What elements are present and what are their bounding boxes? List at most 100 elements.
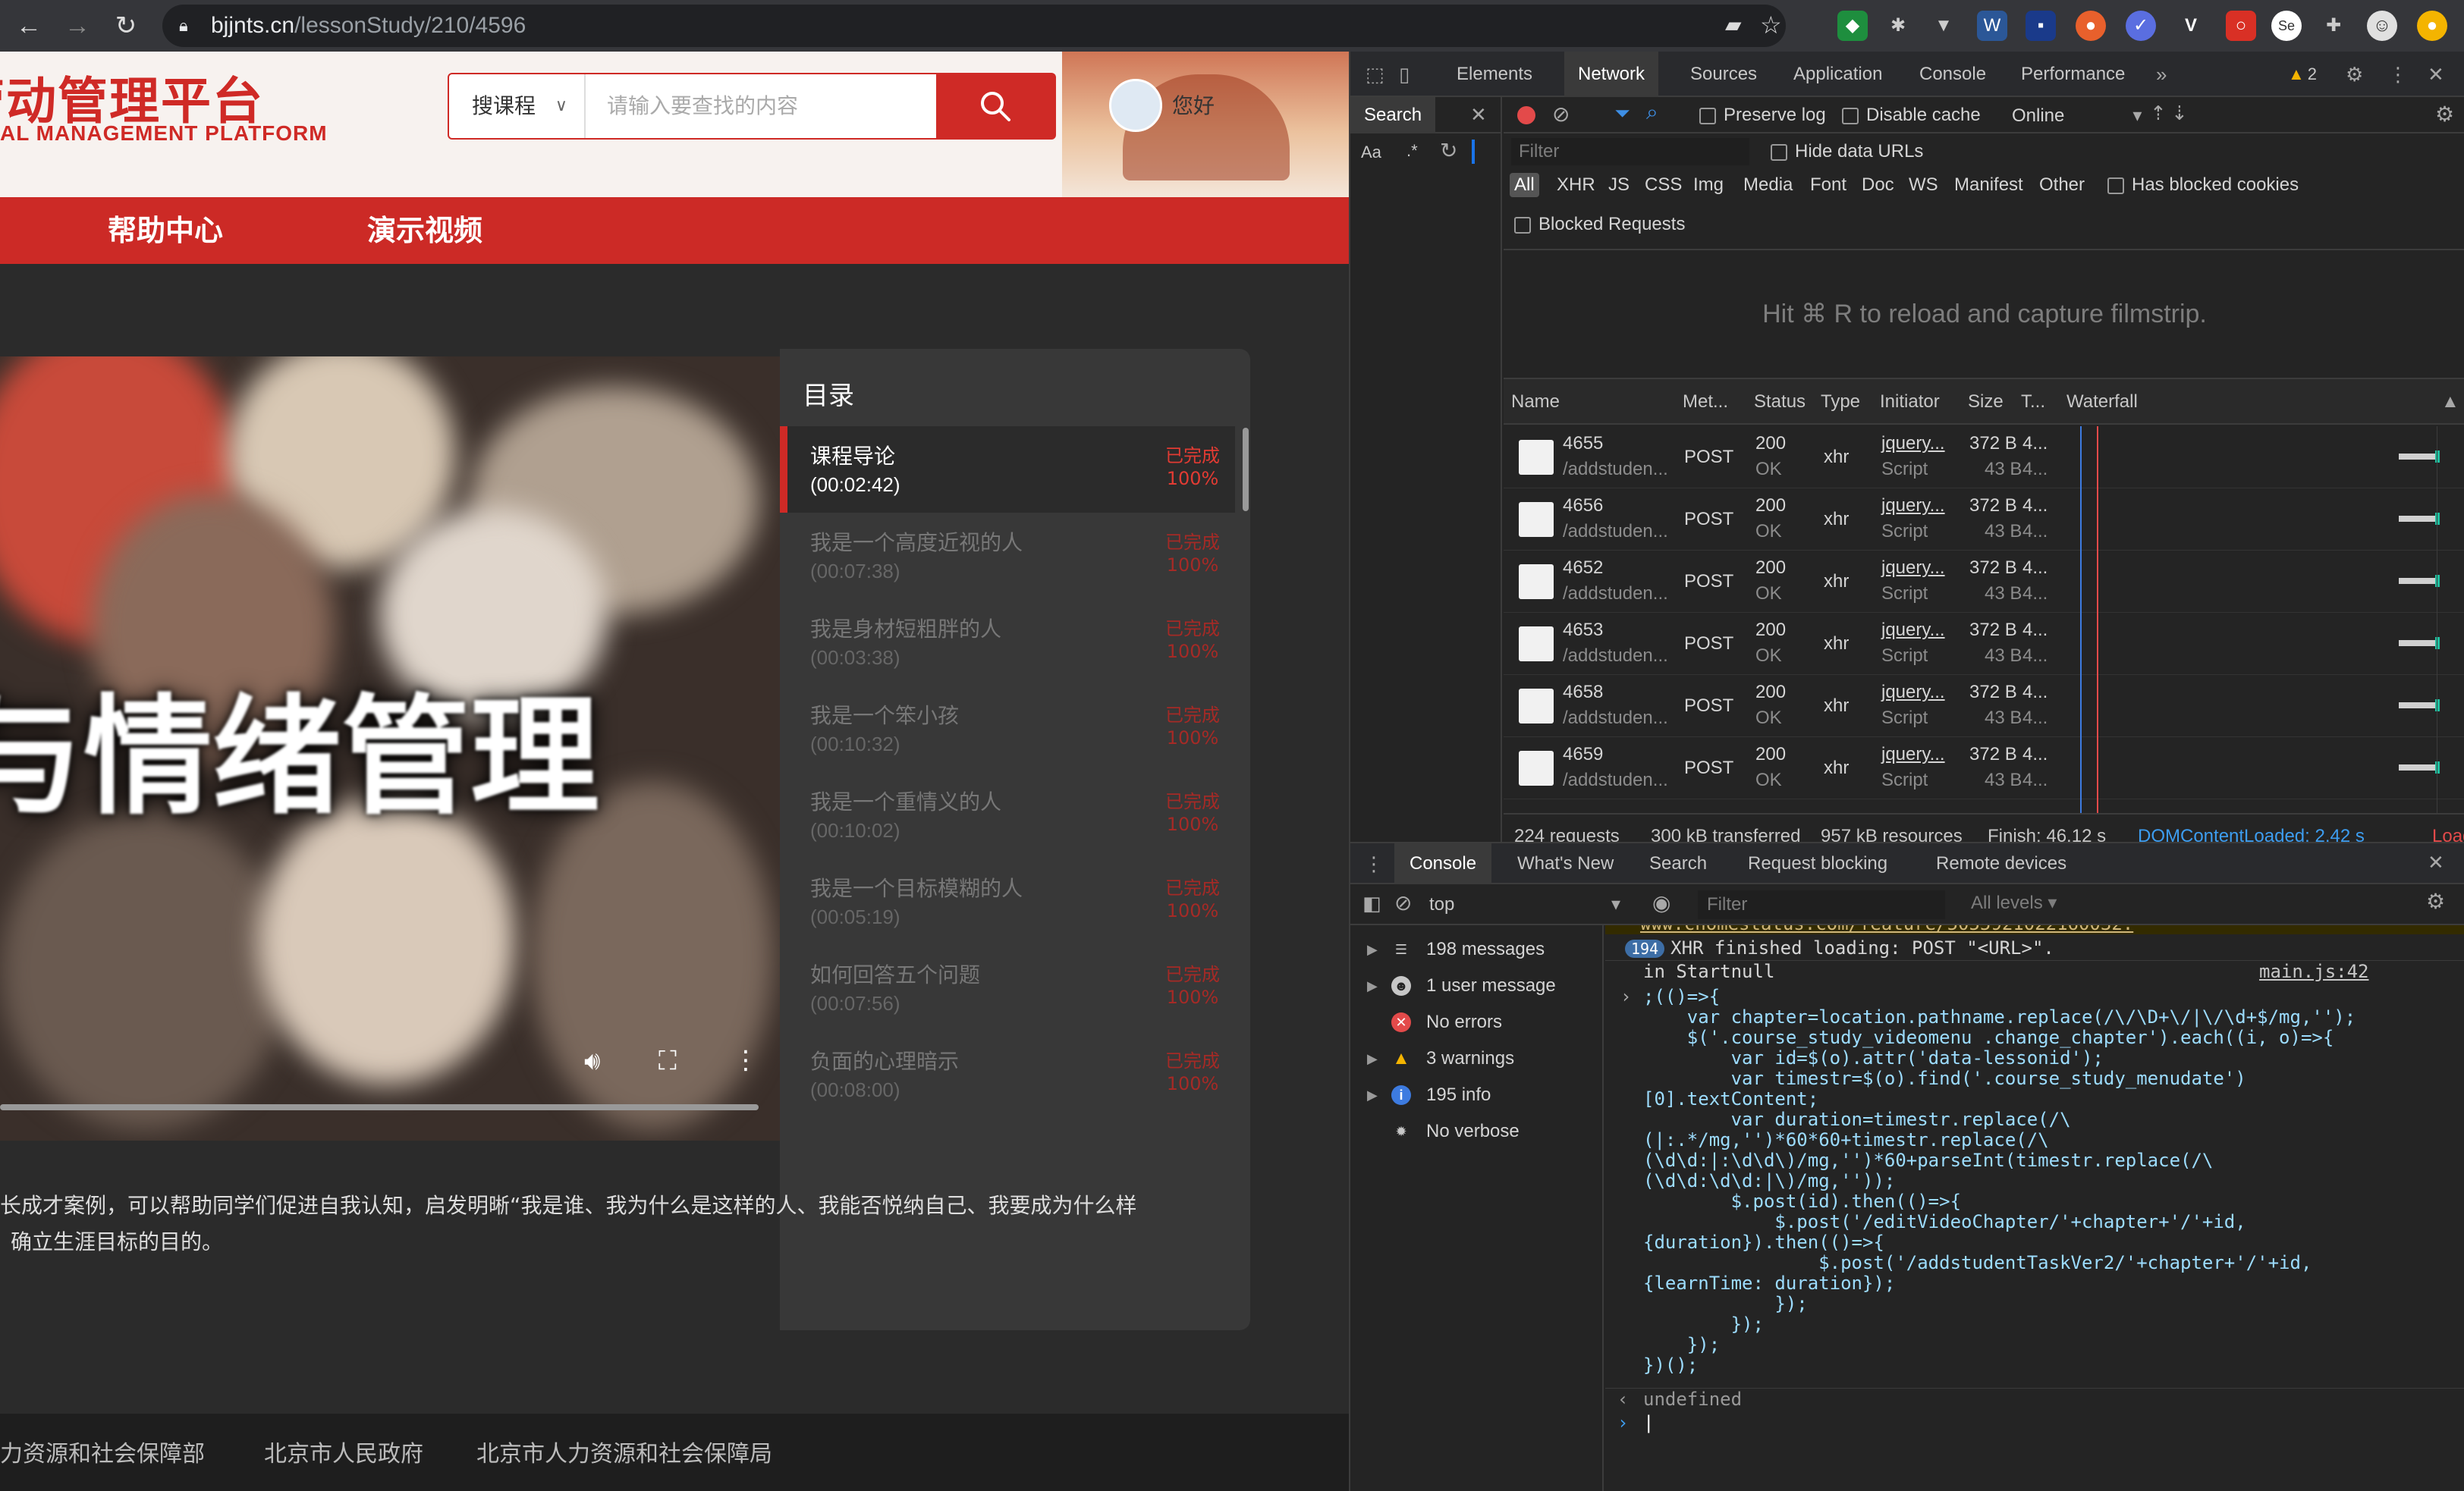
nav-help-center[interactable]: 帮助中心 [108, 197, 223, 264]
request-row[interactable]: 4658/addstuden... POST 200 OK xhr jquery... Sc… [1504, 675, 2464, 737]
profile-avatar[interactable]: ☺ [2367, 11, 2397, 41]
footer-link[interactable]: 北京市人力资源和社会保障局 [476, 1435, 772, 1468]
export-har-icon[interactable]: ⇣ [2171, 102, 2188, 125]
extension-flag-icon[interactable]: ▪ [2026, 11, 2056, 41]
disable-cache-checkbox[interactable]: Disable cache [1842, 105, 1981, 126]
type-filter-css[interactable]: CSS [1645, 174, 1682, 196]
extension-yellow-icon[interactable]: ● [2417, 11, 2447, 41]
import-har-icon[interactable]: ⇡ [2150, 102, 2167, 125]
video-player[interactable]: 与情绪管理 🔊︎ ⛶ ⋮ [0, 356, 780, 1141]
footer-link[interactable]: 北京市人民政府 [264, 1435, 423, 1468]
extension-shield-icon[interactable]: ◆ [1837, 11, 1868, 41]
drawer-tab-search[interactable]: Search [1637, 843, 1719, 884]
network-settings-icon[interactable]: ⚙ [2435, 102, 2454, 127]
extension-red-icon[interactable]: ○ [2226, 11, 2256, 41]
sort-asc-icon[interactable]: ▲ [2441, 379, 2459, 425]
catalog-item[interactable]: 我是一个笨小孩 (00:10:32) 已完成 100% [780, 686, 1235, 772]
extension-w-icon[interactable]: W [1977, 11, 2007, 41]
col-name[interactable]: Name [1511, 379, 1560, 425]
footer-link[interactable]: 力资源和社会保障部 [0, 1435, 205, 1468]
request-initiator[interactable]: jquery... [1881, 494, 1945, 517]
col-method[interactable]: Met... [1683, 379, 1728, 425]
tab-console[interactable]: Console [1907, 52, 1998, 97]
devtools-menu-icon[interactable]: ⋮ [2388, 52, 2408, 97]
forward-icon[interactable]: → [61, 9, 94, 42]
context-select[interactable]: top ▾ [1429, 892, 1625, 918]
extension-vd-icon[interactable]: V [2176, 11, 2206, 41]
col-waterfall[interactable]: Waterfall [2066, 379, 2138, 425]
video-progress-bar[interactable] [0, 1104, 759, 1110]
extension-gear-icon[interactable]: ✱ [1883, 11, 1913, 41]
tab-elements[interactable]: Elements [1444, 52, 1545, 97]
type-filter-xhr[interactable]: XHR [1557, 174, 1595, 196]
request-initiator[interactable]: jquery... [1881, 619, 1945, 642]
type-filter-font[interactable]: Font [1810, 174, 1846, 196]
inspect-element-icon[interactable]: ⬚ [1366, 52, 1384, 97]
sidebar-item-warnings[interactable]: ▶ ▲ 3 warnings [1350, 1041, 1604, 1077]
catalog-scrollbar[interactable] [1243, 428, 1249, 511]
catalog-item[interactable]: 如何回答五个问题 (00:07:56) 已完成 100% [780, 945, 1235, 1031]
nav-demo-video[interactable]: 演示视频 [367, 197, 482, 264]
blocked-requests-checkbox[interactable]: Blocked Requests [1514, 214, 1685, 235]
search-pane-tab[interactable]: Search [1350, 97, 1435, 133]
sidebar-item-info[interactable]: ▶ i 195 info [1350, 1077, 1604, 1113]
drawer-tab-remote-devices[interactable]: Remote devices [1924, 843, 2079, 884]
has-blocked-cookies-checkbox[interactable]: Has blocked cookies [2107, 174, 2299, 196]
col-type[interactable]: Type [1821, 379, 1860, 425]
catalog-item[interactable]: 我是一个目标模糊的人 (00:05:19) 已完成 100% [780, 859, 1235, 945]
log-levels-select[interactable]: All levels ▾ [1971, 892, 2057, 914]
throttling-select[interactable]: Online ▾ [2012, 105, 2142, 127]
sidebar-item-user-messages[interactable]: ▶ ☻ 1 user message [1350, 968, 1604, 1004]
bookmark-star-icon[interactable]: ☆ [1760, 11, 1782, 39]
refresh-search-icon[interactable]: ↻ [1440, 138, 1457, 163]
request-row[interactable]: 4655/addstuden... POST 200 OK xhr jquery... Sc… [1504, 426, 2464, 488]
camera-icon[interactable]: ▰ [1725, 12, 1742, 37]
sidebar-toggle-icon[interactable]: ◧ [1362, 892, 1381, 915]
extension-orange-icon[interactable]: ● [2076, 11, 2106, 41]
greeting-text[interactable]: 您好 [1172, 89, 1215, 120]
fullscreen-icon[interactable]: ⛶ [658, 1047, 677, 1076]
col-time[interactable]: T... [2021, 379, 2045, 425]
col-size[interactable]: Size [1968, 379, 2004, 425]
console-filter-input[interactable]: Filter [1698, 890, 1945, 919]
drawer-menu-icon[interactable]: ⋮ [1364, 852, 1384, 876]
sidebar-item-errors[interactable]: ✕ No errors [1350, 1004, 1604, 1041]
device-toolbar-icon[interactable]: ▯ [1399, 52, 1410, 97]
sidebar-item-verbose[interactable]: ✹ No verbose [1350, 1113, 1604, 1150]
type-filter-js[interactable]: JS [1608, 174, 1630, 196]
address-bar[interactable]: 🔒︎ bjjnts.cn/lessonStudy/210/4596 ▰ ☆ [162, 5, 1786, 47]
extension-check-icon[interactable]: ✓ [2126, 11, 2156, 41]
search-button[interactable] [936, 73, 1056, 140]
col-initiator[interactable]: Initiator [1880, 379, 1940, 425]
filter-icon[interactable]: ⏷ [1614, 102, 1630, 126]
catalog-item[interactable]: 我是一个高度近视的人 (00:07:38) 已完成 100% [780, 513, 1235, 599]
type-filter-manifest[interactable]: Manifest [1954, 174, 2023, 196]
search-icon[interactable]: ⌕ [1646, 100, 1658, 125]
user-avatar[interactable] [1109, 79, 1162, 132]
clear-icon[interactable]: ⊘ [1552, 102, 1570, 127]
extensions-puzzle-icon[interactable]: ✚ [2318, 11, 2349, 41]
col-status[interactable]: Status [1754, 379, 1806, 425]
console-prompt[interactable]: › | [1605, 1412, 2464, 1433]
source-link[interactable]: main.js:42 [2259, 961, 2369, 982]
drawer-tab-whats-new[interactable]: What's New [1505, 843, 1626, 884]
tab-application[interactable]: Application [1781, 52, 1894, 97]
request-row[interactable]: 4653/addstuden... POST 200 OK xhr jquery... Sc… [1504, 613, 2464, 675]
sidebar-item-messages[interactable]: ▶ ☰ 198 messages [1350, 931, 1604, 968]
warning-icon[interactable]: ▲ 2 [2288, 52, 2317, 97]
tab-network[interactable]: Network [1564, 52, 1659, 97]
search-input[interactable]: 请输入要查找的内容 [586, 74, 919, 138]
request-row[interactable]: 4656/addstuden... POST 200 OK xhr jquery... Sc… [1504, 488, 2464, 551]
close-devtools-icon[interactable]: ✕ [2428, 52, 2444, 97]
catalog-item[interactable]: 我是一个重情义的人 (00:10:02) 已完成 100% [780, 772, 1235, 859]
request-initiator[interactable]: jquery... [1881, 432, 1945, 455]
close-search-icon[interactable]: ✕ [1470, 103, 1487, 127]
catalog-item[interactable]: 课程导论 (00:02:42) 已完成 100% [780, 426, 1235, 513]
close-drawer-icon[interactable]: ✕ [2428, 851, 2444, 874]
request-row[interactable]: 4659/addstuden... POST 200 OK xhr jquery... Sc… [1504, 737, 2464, 799]
drawer-tab-console[interactable]: Console [1394, 843, 1492, 884]
back-icon[interactable]: ← [12, 9, 46, 42]
more-options-icon[interactable]: ⋮ [733, 1045, 759, 1075]
clear-console-icon[interactable]: ⊘ [1394, 890, 1412, 915]
type-filter-img[interactable]: Img [1693, 174, 1724, 196]
